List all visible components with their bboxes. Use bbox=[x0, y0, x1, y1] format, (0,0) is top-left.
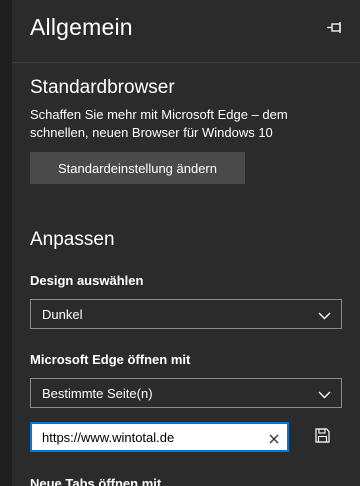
new-tabs-label: Neue Tabs öffnen mit bbox=[30, 476, 162, 486]
open-with-label: Microsoft Edge öffnen mit bbox=[30, 352, 191, 367]
open-with-select-value: Bestimmte Seite(n) bbox=[42, 385, 153, 401]
close-icon[interactable] bbox=[269, 432, 279, 444]
url-input[interactable]: https://www.wintotal.de bbox=[30, 422, 289, 452]
settings-panel: Allgemein Standardbrowser Schaffen Sie m… bbox=[0, 0, 360, 486]
default-browser-description: Schaffen Sie mehr mit Microsoft Edge – d… bbox=[30, 107, 288, 140]
chevron-down-icon bbox=[318, 388, 331, 399]
left-edge-strip bbox=[0, 0, 12, 486]
change-default-button[interactable]: Standardeinstellung ändern bbox=[30, 152, 245, 184]
header-divider bbox=[12, 62, 360, 63]
page-title: Allgemein bbox=[30, 14, 133, 40]
design-select-value: Dunkel bbox=[42, 306, 83, 322]
design-label: Design auswählen bbox=[30, 273, 144, 288]
section-heading-customize: Anpassen bbox=[30, 229, 115, 250]
section-heading-default-browser: Standardbrowser bbox=[30, 77, 175, 98]
open-with-select[interactable]: Bestimmte Seite(n) bbox=[30, 378, 342, 408]
save-icon[interactable] bbox=[315, 428, 330, 443]
url-input-value: https://www.wintotal.de bbox=[42, 429, 175, 445]
design-select[interactable]: Dunkel bbox=[30, 299, 342, 329]
pin-icon[interactable] bbox=[326, 21, 344, 35]
chevron-down-icon bbox=[318, 309, 331, 320]
